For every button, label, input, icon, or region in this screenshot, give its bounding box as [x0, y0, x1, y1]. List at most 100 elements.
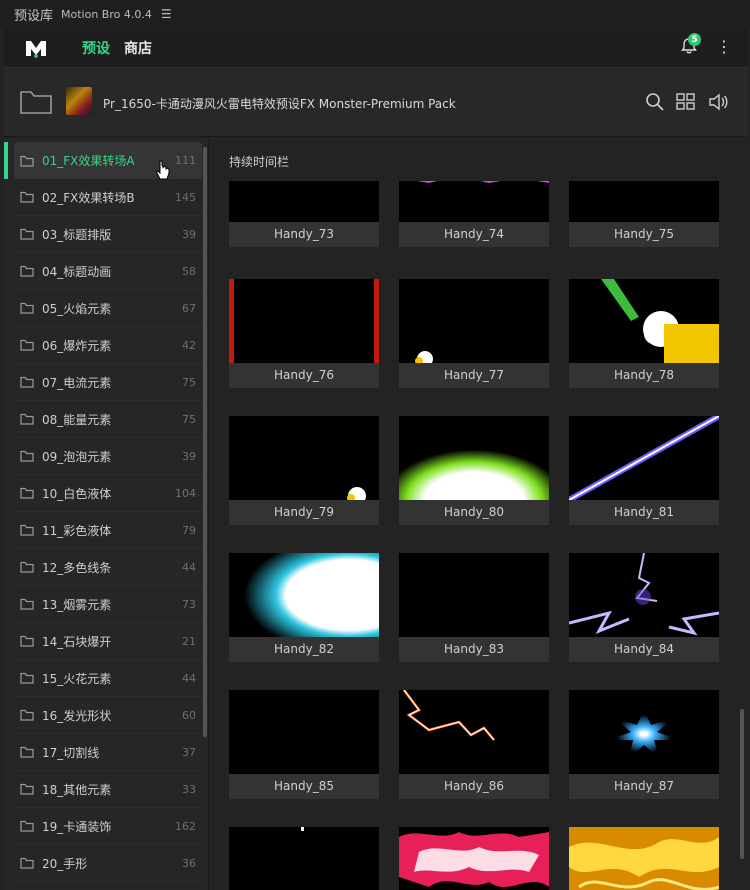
preset-card[interactable]: Handy_87	[569, 690, 719, 799]
sidebar-category-item[interactable]: 14_石块爆开 21	[14, 623, 202, 660]
sidebar-category-item[interactable]: 05_火焰元素 67	[14, 290, 202, 327]
category-count: 44	[182, 671, 196, 685]
preset-card[interactable]: Handy_83	[399, 553, 549, 662]
sidebar-category-item[interactable]: 18_其他元素 33	[14, 771, 202, 808]
folder-icon[interactable]	[20, 89, 52, 115]
category-name: 17_切割线	[42, 745, 100, 760]
preset-thumbnail	[399, 181, 549, 222]
category-name: 02_FX效果转场B	[42, 190, 135, 205]
preset-card[interactable]: Handy_85	[229, 690, 379, 799]
sidebar-category-item[interactable]: 04_标题动画 58	[14, 253, 202, 290]
preset-thumbnail	[229, 553, 379, 637]
sidebar-category-item[interactable]: 03_标题排版 39	[14, 216, 202, 253]
category-name: 15_火花元素	[42, 671, 112, 686]
preset-label: Handy_86	[399, 774, 549, 799]
preset-card[interactable]: Handy_76	[229, 279, 379, 388]
preset-card[interactable]	[229, 827, 379, 890]
search-icon[interactable]	[644, 91, 666, 113]
motion-bro-logo	[26, 40, 46, 58]
content-scrollbar[interactable]	[740, 709, 744, 859]
category-count: 60	[182, 708, 196, 722]
category-count: 21	[182, 634, 196, 648]
preset-label: Handy_81	[569, 500, 719, 525]
folder-icon	[20, 155, 34, 167]
preset-thumbnail	[399, 416, 549, 500]
preset-card[interactable]	[569, 827, 719, 890]
preset-card[interactable]: Handy_84	[569, 553, 719, 662]
preset-thumbnail	[229, 416, 379, 500]
category-name: 07_电流元素	[42, 375, 112, 390]
preset-thumbnail	[229, 279, 379, 363]
category-count: 36	[182, 856, 196, 870]
sidebar-category-item[interactable]: 01_FX效果转场A 111	[14, 142, 202, 179]
preset-label: Handy_83	[399, 637, 549, 662]
preset-label: Handy_79	[229, 500, 379, 525]
category-count: 79	[182, 523, 196, 537]
window-titlebar: 预设库 Motion Bro 4.0.4 ☰	[0, 0, 750, 28]
sidebar-category-item[interactable]: 12_多色线条 44	[14, 549, 202, 586]
pack-header: Pr_1650-卡通动漫风火雷电特效预设FX Monster-Premium P…	[4, 69, 748, 137]
sidebar-category-item[interactable]: 07_电流元素 75	[14, 364, 202, 401]
sidebar-category-item[interactable]: 19_卡通装饰 162	[14, 808, 202, 845]
grid-view-icon[interactable]	[675, 91, 697, 113]
section-title: 持续时间栏	[229, 155, 290, 169]
sidebar-scrollbar[interactable]	[203, 147, 207, 737]
preset-card[interactable]: Handy_77	[399, 279, 549, 388]
sidebar-category-item[interactable]: 17_切割线 37	[14, 734, 202, 771]
pack-thumbnail	[66, 87, 92, 115]
sidebar-category-item[interactable]: 13_烟雾元素 73	[14, 586, 202, 623]
folder-icon	[20, 672, 34, 684]
preset-card[interactable]: Handy_74	[399, 181, 549, 247]
preset-card[interactable]	[399, 827, 549, 890]
preset-label: Handy_80	[399, 500, 549, 525]
sidebar-category-item[interactable]: 06_爆炸元素 42	[14, 327, 202, 364]
preset-thumbnail	[569, 553, 719, 637]
tab-store[interactable]: 商店	[124, 38, 152, 58]
preset-card[interactable]: Handy_80	[399, 416, 549, 525]
tab-presets[interactable]: 预设	[82, 38, 110, 58]
preset-label: Handy_75	[569, 222, 719, 247]
category-name: 08_能量元素	[42, 412, 112, 427]
folder-icon	[20, 709, 34, 721]
preset-label: Handy_84	[569, 637, 719, 662]
preset-label: Handy_85	[229, 774, 379, 799]
folder-icon	[20, 265, 34, 277]
preset-card[interactable]: Handy_73	[229, 181, 379, 247]
folder-icon	[20, 524, 34, 536]
folder-icon	[20, 302, 34, 314]
sidebar-category-item[interactable]: 11_彩色液体 79	[14, 512, 202, 549]
preset-card[interactable]: Handy_82	[229, 553, 379, 662]
preset-card[interactable]: Handy_78	[569, 279, 719, 388]
preset-card[interactable]: Handy_79	[229, 416, 379, 525]
category-count: 39	[182, 227, 196, 241]
preset-thumbnail	[569, 690, 719, 774]
category-name: 16_发光形状	[42, 708, 112, 723]
volume-icon[interactable]	[708, 91, 730, 113]
sidebar-category-item[interactable]: 02_FX效果转场B 145	[14, 179, 202, 216]
category-count: 67	[182, 301, 196, 315]
sidebar-category-item[interactable]: 08_能量元素 75	[14, 401, 202, 438]
preset-card[interactable]: Handy_75	[569, 181, 719, 247]
preset-grid: Handy_73 Handy_74 Handy_75 Handy_76 Handy_77…	[210, 181, 748, 890]
notification-badge: 5	[688, 33, 701, 46]
preset-card[interactable]: Handy_81	[569, 416, 719, 525]
category-count: 111	[175, 154, 196, 167]
category-count: 162	[175, 819, 196, 833]
category-count: 75	[182, 375, 196, 389]
app-version: Motion Bro 4.0.4	[61, 7, 152, 21]
hamburger-icon[interactable]: ☰	[161, 7, 172, 21]
category-count: 37	[182, 745, 196, 759]
preset-card[interactable]: Handy_86	[399, 690, 549, 799]
folder-icon	[20, 339, 34, 351]
category-name: 06_爆炸元素	[42, 338, 112, 353]
category-name: 14_石块爆开	[42, 634, 112, 649]
sidebar-category-item[interactable]: 10_白色液体 104	[14, 475, 202, 512]
sidebar-category-item[interactable]: 16_发光形状 60	[14, 697, 202, 734]
sidebar-category-item[interactable]: 15_火花元素 44	[14, 660, 202, 697]
preset-thumbnail	[399, 690, 549, 774]
more-menu-icon[interactable]: ⋮	[716, 36, 732, 58]
sidebar-category-item[interactable]: 20_手形 36	[14, 845, 202, 882]
app-name: 预设库	[14, 8, 54, 24]
sidebar-category-item[interactable]: 09_泡泡元素 39	[14, 438, 202, 475]
preset-thumbnail	[229, 690, 379, 774]
